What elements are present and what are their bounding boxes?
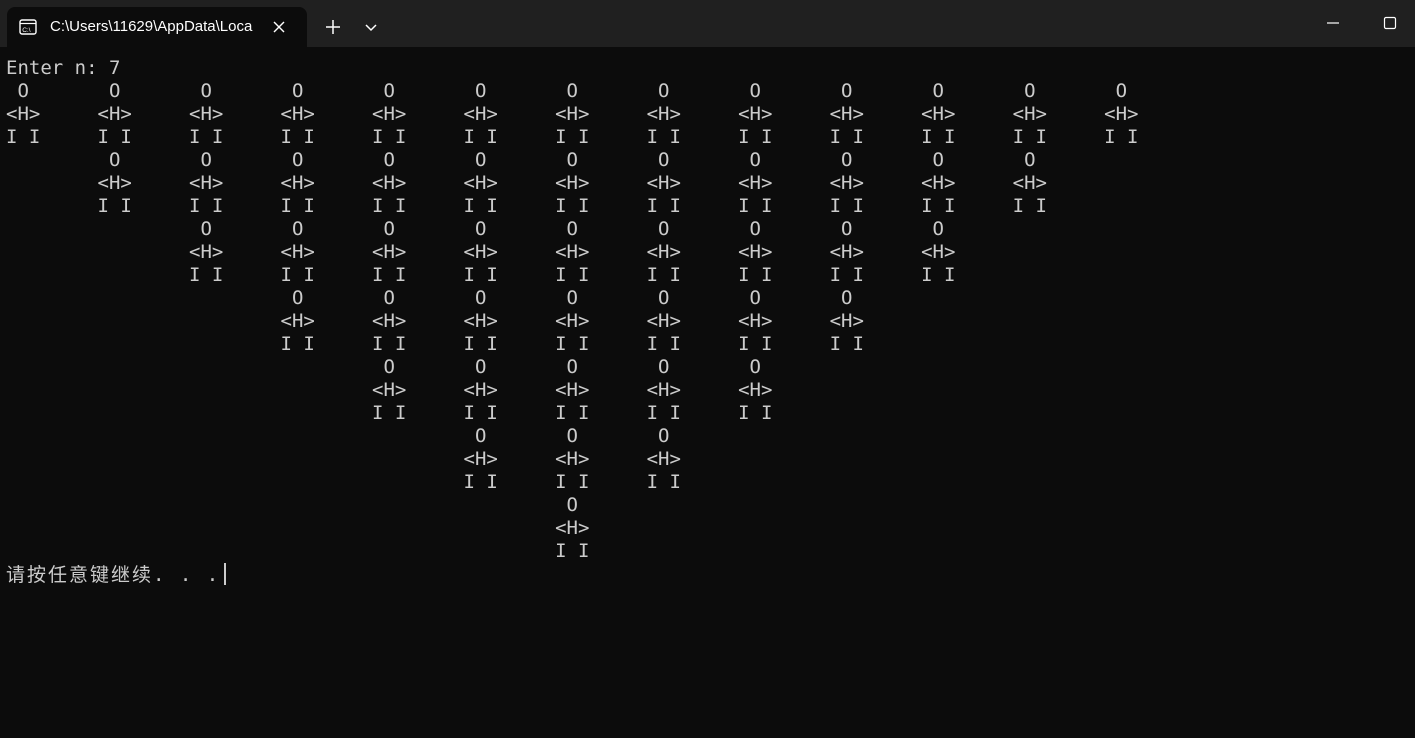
output-line: I I I I I I I I I I I I I I I I I I I I … <box>6 126 1139 148</box>
maximize-icon[interactable] <box>1375 8 1405 38</box>
output-line: <H> <box>6 517 590 539</box>
minimize-icon[interactable] <box>1318 8 1348 38</box>
console-area[interactable]: Enter n: 7 O O O O O O O O O O O O O <H> … <box>0 47 1415 738</box>
svg-text:C:\: C:\ <box>22 27 31 34</box>
prompt-line: Enter n: 7 <box>6 57 121 79</box>
output-line: <H> <H> <H> <H> <H> <box>6 379 773 401</box>
output-line: <H> <H> <H> <H> <H> <H> <H> <H> <H> <H> … <box>6 103 1139 125</box>
output-line: <H> <H> <H> <H> <H> <H> <H> <H> <H> <H> … <box>6 172 1047 194</box>
output-line: I I I I I I I I I I <box>6 402 773 424</box>
output-line: I I I I I I I I I I I I I I I I I I <box>6 264 956 286</box>
terminal-icon: C:\ <box>19 18 37 36</box>
tab-title: C:\Users\11629\AppData\Loca <box>50 18 253 35</box>
chevron-down-icon[interactable] <box>358 14 384 40</box>
output-line: I I <box>6 540 590 562</box>
pause-message: 请按任意键继续. . . <box>6 564 221 586</box>
output-line: O O O O O <box>6 356 761 378</box>
output-line: O O O O O O O O O O O <box>6 149 1036 171</box>
close-icon[interactable] <box>270 18 288 36</box>
output-line: O <box>6 494 578 516</box>
output-line: <H> <H> <H> <box>6 448 681 470</box>
output-line: <H> <H> <H> <H> <H> <H> <H> <box>6 310 864 332</box>
output-line: O O O O O O O <box>6 287 853 309</box>
output-line: I I I I I I I I I I I I I I I I I I I I … <box>6 195 1047 217</box>
output-line: <H> <H> <H> <H> <H> <H> <H> <H> <H> <box>6 241 956 263</box>
output-line: I I I I I I I I I I I I I I <box>6 333 864 355</box>
output-line: O O O O O O O O O <box>6 218 944 240</box>
text-cursor <box>224 563 227 585</box>
pause-message-line: 请按任意键继续. . . <box>6 563 227 587</box>
output-line: O O O O O O O O O O O O O <box>6 80 1128 102</box>
plus-icon[interactable] <box>320 14 346 40</box>
output-line: I I I I I I <box>6 471 681 493</box>
title-bar: C:\ C:\Users\11629\AppData\Loca <box>0 0 1415 47</box>
tab-terminal[interactable]: C:\ C:\Users\11629\AppData\Loca <box>7 7 307 47</box>
output-line: O O O <box>6 425 670 447</box>
